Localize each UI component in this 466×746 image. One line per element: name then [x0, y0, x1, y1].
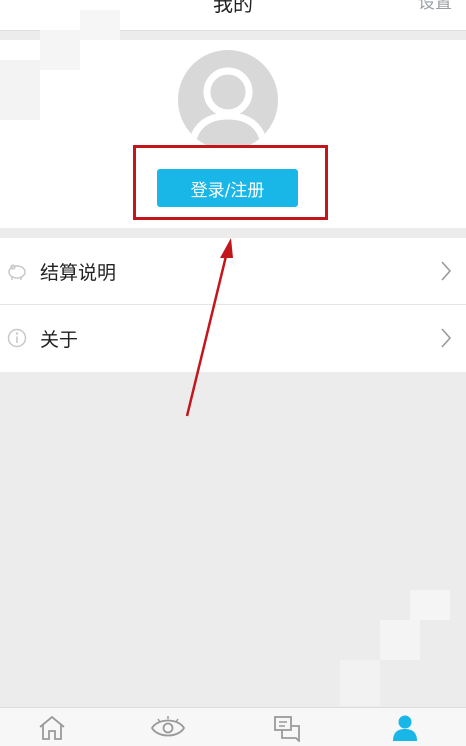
info-icon [7, 328, 27, 348]
avatar[interactable] [178, 50, 278, 150]
chevron-right-icon [441, 261, 452, 281]
chevron-right-icon [441, 328, 452, 348]
page-title: 我的 [213, 0, 253, 16]
menu-item-about[interactable]: 关于 [0, 305, 466, 372]
blur-mosaic [340, 660, 380, 706]
section-gap [0, 228, 466, 238]
blur-mosaic [40, 30, 80, 70]
menu-list: 结算说明 关于 [0, 238, 466, 372]
blur-mosaic [80, 10, 120, 40]
blur-mosaic [0, 60, 40, 120]
blur-mosaic [380, 620, 420, 660]
top-bar: 我的 设置 [0, 0, 466, 31]
user-avatar-icon [188, 67, 268, 150]
home-icon[interactable] [37, 714, 67, 742]
eye-icon[interactable] [150, 714, 186, 742]
menu-item-label: 关于 [40, 329, 79, 351]
blur-mosaic [410, 590, 450, 620]
bottom-tab-bar [0, 707, 466, 746]
menu-item-settlement[interactable]: 结算说明 [0, 238, 466, 305]
menu-item-label: 结算说明 [40, 261, 117, 284]
annotation-highlight-box [133, 145, 328, 220]
piggy-bank-icon [8, 264, 26, 280]
chat-icon[interactable] [272, 714, 302, 742]
settings-link[interactable]: 设置 [418, 0, 452, 13]
user-icon[interactable] [390, 714, 420, 742]
